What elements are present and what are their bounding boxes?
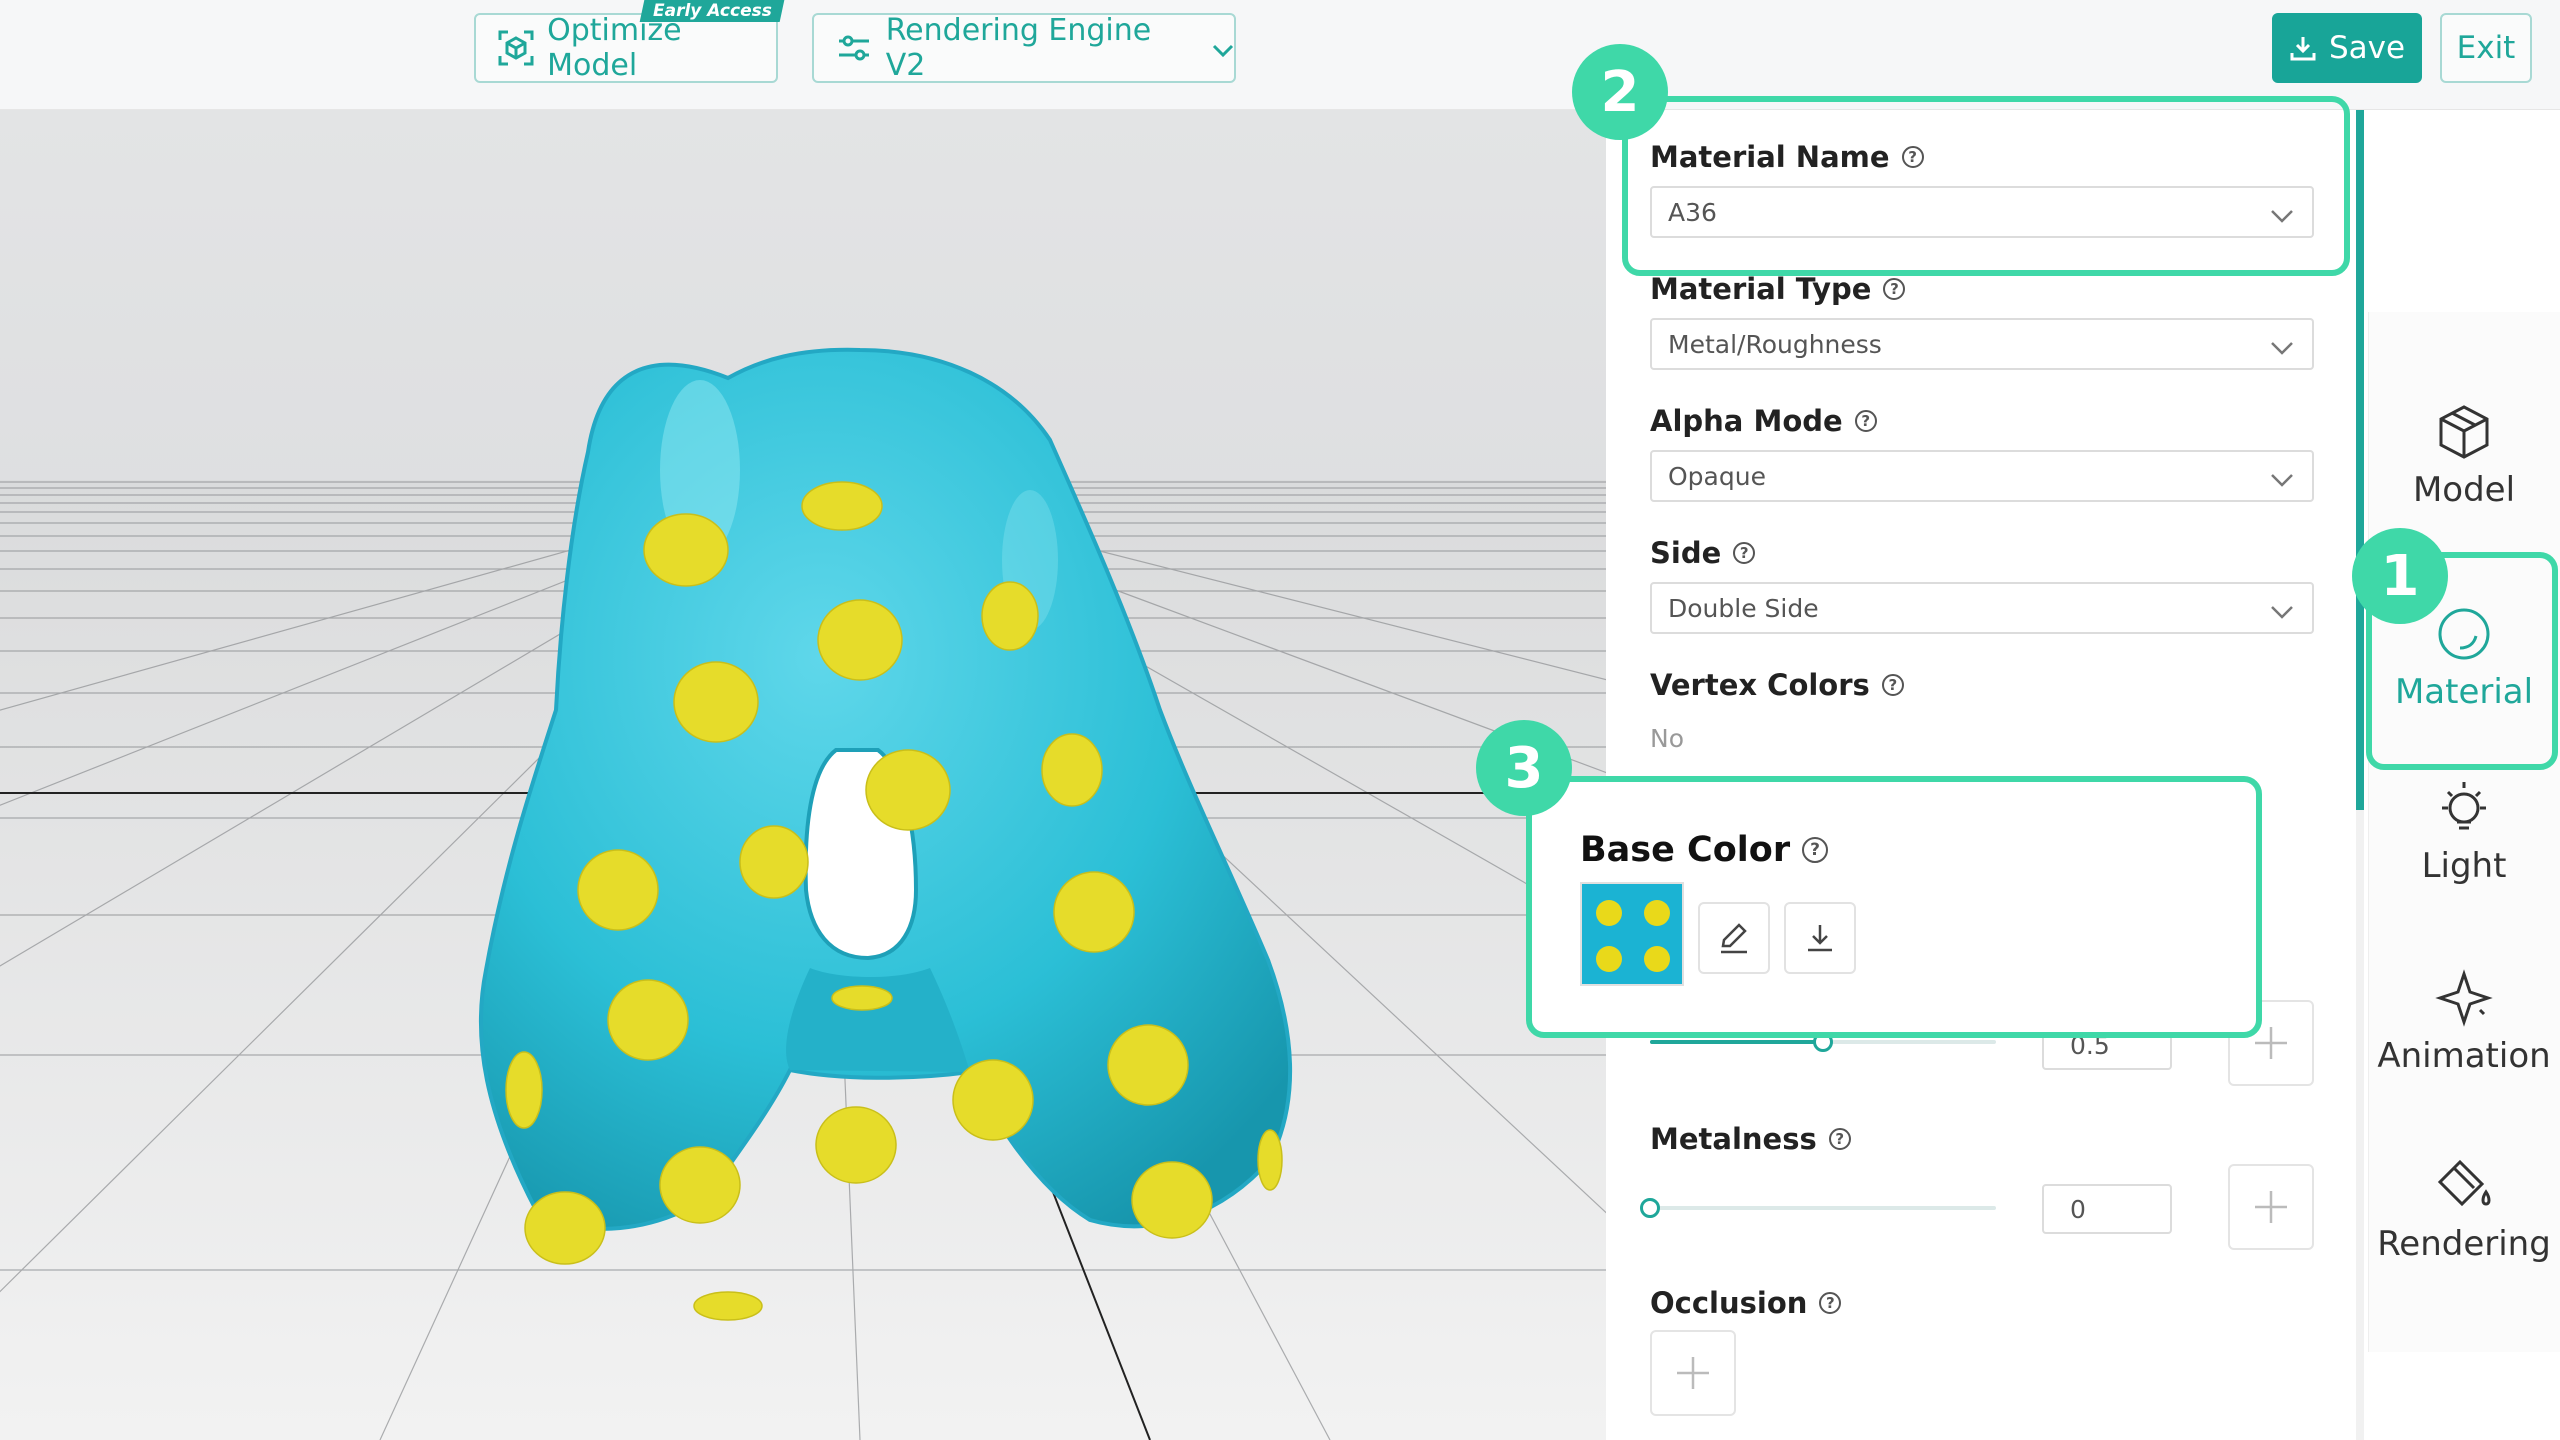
side-label: Side ?	[1650, 536, 1756, 570]
pencil-icon	[1721, 923, 1747, 954]
alpha-mode-select[interactable]: Opaque	[1650, 450, 2314, 502]
plus-icon	[1677, 1357, 1709, 1389]
metalness-slider[interactable]	[1640, 1198, 1996, 1218]
roughness-slider[interactable]	[1650, 1032, 1996, 1052]
callout-2-highlight	[1622, 96, 2350, 276]
metalness-map-add-button[interactable]	[2228, 1164, 2314, 1250]
sidebar-item-material[interactable]: Material	[2368, 602, 2560, 712]
chevron-down-icon	[2270, 332, 2294, 361]
base-color-label: Base Color ?	[1580, 830, 1829, 870]
help-icon[interactable]: ?	[1819, 1292, 1842, 1314]
cube-icon	[2438, 400, 2490, 464]
help-icon[interactable]: ?	[1828, 1128, 1851, 1150]
callout-3-badge: 3	[1476, 720, 1572, 816]
optimize-icon	[496, 28, 535, 68]
material-type-label: Material Type ?	[1650, 272, 1906, 306]
chevron-down-icon	[2270, 596, 2294, 625]
help-icon[interactable]: ?	[1881, 674, 1904, 696]
help-icon[interactable]: ?	[1733, 542, 1756, 564]
metalness-input[interactable]: 0	[2042, 1184, 2172, 1234]
metalness-slider-handle[interactable]	[1640, 1198, 1660, 1218]
help-icon[interactable]: ?	[1802, 837, 1829, 863]
top-toolbar	[0, 0, 2560, 110]
lightbulb-icon	[2434, 776, 2494, 840]
vertex-colors-value: No	[1650, 724, 1684, 753]
callout-2-badge: 2	[1572, 44, 1668, 140]
sphere-icon	[2436, 602, 2492, 666]
early-access-badge: Early Access	[639, 0, 785, 22]
optimize-model-button[interactable]: Optimize Model	[474, 13, 778, 83]
material-type-select[interactable]: Metal/Roughness	[1650, 318, 2314, 370]
side-select[interactable]: Double Side	[1650, 582, 2314, 634]
download-icon	[2289, 34, 2317, 62]
scene-render	[0, 347, 1606, 1440]
plus-icon	[2255, 1191, 2287, 1223]
3d-viewport[interactable]	[0, 110, 1606, 1440]
exit-button[interactable]: Exit	[2440, 13, 2532, 83]
sidebar-item-light[interactable]: Light	[2368, 776, 2560, 886]
edit-texture-button[interactable]	[1698, 902, 1770, 974]
base-color-texture-swatch[interactable]	[1580, 882, 1684, 986]
save-label: Save	[2328, 30, 2406, 66]
metalness-label: Metalness ?	[1650, 1122, 1851, 1156]
sidebar-item-rendering[interactable]: Rendering	[2368, 1154, 2560, 1264]
occlusion-label: Occlusion ?	[1650, 1286, 1842, 1320]
vertex-colors-label: Vertex Colors ?	[1650, 668, 1904, 702]
download-texture-button[interactable]	[1784, 902, 1856, 974]
sidebar-item-animation[interactable]: Animation	[2368, 966, 2560, 1076]
rendering-engine-dropdown[interactable]: Rendering Engine V2	[812, 13, 1236, 83]
download-icon	[1808, 925, 1832, 952]
save-button[interactable]: Save	[2272, 13, 2422, 83]
sparkle-icon	[2434, 966, 2494, 1030]
rendering-engine-label: Rendering Engine V2	[885, 13, 1152, 83]
help-icon[interactable]: ?	[1854, 410, 1877, 432]
chevron-down-icon	[1212, 31, 1234, 66]
roughness-slider-fill	[1650, 1040, 1823, 1044]
paint-bucket-icon	[2434, 1154, 2494, 1218]
optimize-model-label: Optimize Model	[547, 13, 682, 83]
occlusion-add-button[interactable]	[1650, 1330, 1736, 1416]
panel-scrollbar-thumb[interactable]	[2356, 110, 2364, 810]
help-icon[interactable]: ?	[1883, 278, 1906, 300]
chevron-down-icon	[2270, 464, 2294, 493]
sidebar-item-model[interactable]: Model	[2368, 400, 2560, 510]
alpha-mode-label: Alpha Mode ?	[1650, 404, 1877, 438]
sliders-icon	[834, 28, 874, 68]
